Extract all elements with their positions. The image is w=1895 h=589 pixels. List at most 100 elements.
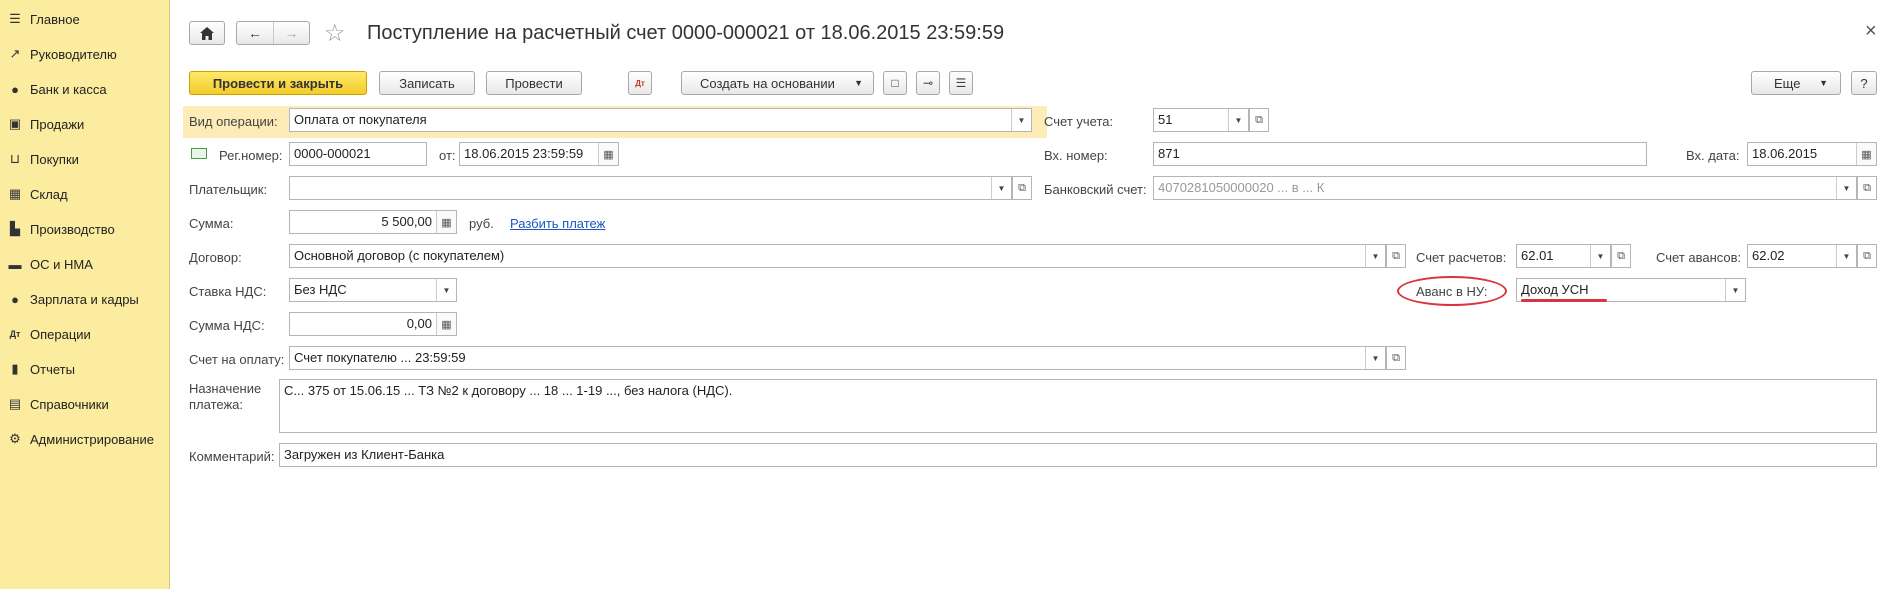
vat-rate-value: Без НДС [294,282,347,297]
coin-icon: ● [11,81,19,97]
account-select[interactable]: 51 ▼ [1153,108,1249,132]
comment-field[interactable]: Загружен из Клиент-Банка [279,443,1877,467]
sidebar-item-main[interactable]: ☰ Главное [0,2,170,36]
post-button[interactable]: Провести [486,71,582,95]
date-from-value: 18.06.2015 23:59:59 [464,146,584,161]
sidebar-item-sales[interactable]: ▣ Продажи [0,107,170,141]
dropdown-arrow-icon[interactable]: ▼ [1590,245,1610,267]
list-icon[interactable]: ☰ [949,71,973,95]
dropdown-arrow-icon[interactable]: ▼ [1365,245,1385,267]
paperclip-icon[interactable]: ⊸ [916,71,940,95]
invoice-select[interactable]: Счет покупателю ... 23:59:59 ▼ [289,346,1386,370]
more-button[interactable]: Еще ▼ [1751,71,1841,95]
dropdown-arrow-icon[interactable]: ▼ [991,177,1011,199]
open-contract-icon[interactable]: ⧉ [1386,244,1406,268]
contract-select[interactable]: Основной договор (с покупателем) ▼ [289,244,1386,268]
warehouse-icon: ▦ [8,186,22,201]
sidebar-item-references[interactable]: ▤ Справочники [0,387,170,421]
back-icon[interactable]: ← [237,22,273,44]
advance-nu-label: Аванс в НУ: [1416,284,1488,299]
vat-sum-field[interactable]: 0,00 ▦ [289,312,457,336]
invoice-label: Счет на оплату: [189,352,285,367]
vat-rate-select[interactable]: Без НДС ▼ [289,278,457,302]
sidebar-item-production[interactable]: ▙ Производство [0,212,170,246]
advance-account-select[interactable]: 62.02 ▼ [1747,244,1857,268]
sidebar-item-label: Склад [30,186,68,202]
open-account-icon[interactable]: ⧉ [1249,108,1269,132]
forward-icon[interactable]: → [273,22,309,44]
create-based-on-button[interactable]: Создать на основании ▼ [681,71,874,95]
operation-type-label: Вид операции: [189,114,278,129]
payer-select[interactable]: ▼ [289,176,1012,200]
calendar-icon[interactable]: ▦ [598,143,618,165]
open-payer-icon[interactable]: ⧉ [1012,176,1032,200]
create-based-on-label: Создать на основании [700,75,835,91]
book-icon: ▤ [8,396,22,411]
sidebar-item-label: ОС и НМА [30,256,93,272]
bank-account-label: Банковский счет: [1044,182,1147,197]
date-from-field[interactable]: 18.06.2015 23:59:59 ▦ [459,142,619,166]
sidebar: ☰ Главное ↗ Руководителю ● Банк и касса … [0,0,170,589]
calculator-icon[interactable]: ▦ [436,211,456,233]
date-from-label: от: [439,148,456,163]
calculator-icon[interactable]: ▦ [436,313,456,335]
save-button[interactable]: Записать [379,71,475,95]
dropdown-arrow-icon[interactable]: ▼ [1725,279,1745,301]
sidebar-item-purchases[interactable]: ⊔ Покупки [0,142,170,176]
annotation-underline [1521,299,1607,302]
sidebar-item-label: Покупки [30,151,79,167]
page-title: Поступление на расчетный счет 0000-00002… [367,22,1005,44]
sidebar-item-label: Зарплата и кадры [30,291,139,307]
bag-icon: ▣ [8,116,22,131]
dt-kt-icon[interactable]: Дт [628,71,652,95]
incoming-date-label: Вх. дата: [1686,148,1740,163]
truck-icon: ▬ [8,256,22,272]
help-button[interactable]: ? [1851,71,1877,95]
dropdown-arrow-icon[interactable]: ▼ [1228,109,1248,131]
gear-icon: ⚙ [9,431,21,446]
split-payment-link[interactable]: Разбить платеж [510,216,605,231]
reg-number-field[interactable]: 0000-000021 [289,142,427,166]
favorite-star-icon[interactable]: ☆ [324,19,346,48]
dropdown-arrow-icon[interactable]: ▼ [1836,177,1856,199]
purpose-textarea[interactable]: С... 375 от 15.06.15 ... ТЗ №2 к договор… [279,379,1877,433]
sidebar-item-bank[interactable]: ● Банк и касса [0,72,170,106]
sidebar-item-warehouse[interactable]: ▦ Склад [0,177,170,211]
bank-account-select[interactable]: 4070281050000020 ... в ... К ▼ [1153,176,1857,200]
sidebar-item-operations[interactable]: Дт Операции [0,317,170,351]
dropdown-arrow-icon[interactable]: ▼ [436,279,456,301]
advance-nu-value: Доход УСН [1521,282,1589,297]
home-button[interactable] [189,21,225,45]
open-settlement-account-icon[interactable]: ⧉ [1611,244,1631,268]
dropdown-arrow-icon[interactable]: ▼ [1365,347,1385,369]
sum-field[interactable]: 5 500,00 ▦ [289,210,457,234]
posted-status-icon [191,148,207,159]
open-advance-account-icon[interactable]: ⧉ [1857,244,1877,268]
dropdown-arrow-icon[interactable]: ▼ [1836,245,1856,267]
contract-value: Основной договор (с покупателем) [294,248,505,263]
calendar-icon[interactable]: ▦ [1856,143,1876,165]
document-icon[interactable]: □ [883,71,907,95]
post-and-close-button[interactable]: Провести и закрыть [189,71,367,95]
close-icon[interactable]: × [1865,20,1877,43]
sidebar-item-reports[interactable]: ▮ Отчеты [0,352,170,386]
settlement-account-select[interactable]: 62.01 ▼ [1516,244,1611,268]
open-invoice-icon[interactable]: ⧉ [1386,346,1406,370]
sidebar-item-assets[interactable]: ▬ ОС и НМА [0,247,170,281]
sum-label: Сумма: [189,216,234,231]
sidebar-item-manager[interactable]: ↗ Руководителю [0,37,170,71]
reg-number-label: Рег.номер: [219,148,283,163]
operation-type-select[interactable]: Оплата от покупателя ▼ [289,108,1032,132]
trend-icon: ↗ [9,46,21,61]
sidebar-item-label: Отчеты [30,361,75,377]
sidebar-item-admin[interactable]: ⚙ Администрирование [0,422,170,456]
currency-label: руб. [469,216,494,231]
sidebar-item-label: Операции [30,326,91,342]
bar-chart-icon: ▮ [11,361,19,376]
open-bank-account-icon[interactable]: ⧉ [1857,176,1877,200]
sidebar-item-salary[interactable]: ● Зарплата и кадры [0,282,170,316]
incoming-date-field[interactable]: 18.06.2015 ▦ [1747,142,1877,166]
incoming-number-field[interactable]: 871 [1153,142,1647,166]
account-label: Счет учета: [1044,114,1114,129]
dropdown-arrow-icon[interactable]: ▼ [1011,109,1031,131]
